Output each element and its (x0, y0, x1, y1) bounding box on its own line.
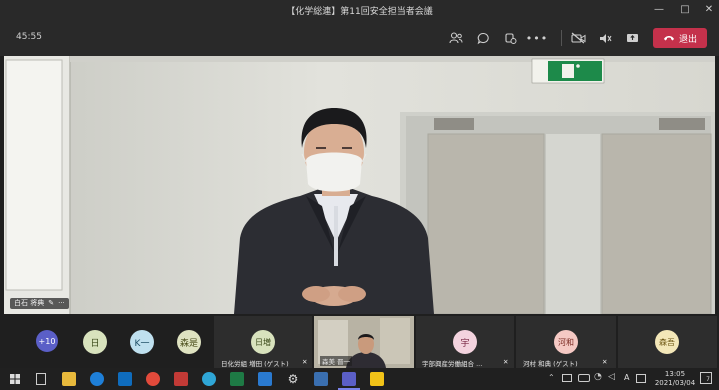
more-icon[interactable]: ··· (58, 298, 65, 309)
app-icon[interactable] (174, 372, 188, 386)
outlook-icon[interactable] (118, 372, 132, 386)
participant-avatar: 森吾 (655, 330, 679, 354)
outlook-mail-icon[interactable] (258, 372, 272, 386)
main-video[interactable]: 白石 将典 ✎ ··· (4, 56, 715, 314)
volume-icon[interactable]: ◁ (608, 372, 615, 382)
participant-name: 河村 和典 (ゲスト) (523, 360, 578, 368)
notification-icon[interactable]: 7 (700, 372, 712, 384)
participant-name: 森美 晋一 (320, 356, 353, 366)
clock-time: 13:05 (664, 370, 686, 378)
participant-avatar[interactable]: 日 (83, 330, 107, 354)
phone-icon (663, 36, 674, 41)
task-view-icon[interactable] (36, 373, 46, 385)
mic-off-icon: ✕ (302, 358, 308, 366)
participant-tile[interactable]: 宇 宇部興産労働組合 ... ✕ (416, 316, 514, 368)
participant-video-tile[interactable]: 森美 晋一 (314, 316, 414, 368)
title-bar: 【化学総連】第11回安全担当者会議 — □ ✕ (0, 0, 719, 20)
video-scene (4, 56, 715, 314)
chevron-up-icon[interactable]: ⌃ (548, 373, 555, 382)
participant-avatar[interactable]: K一 (130, 330, 154, 354)
video-name-label: 白石 将典 (14, 299, 45, 307)
chat-icon[interactable] (474, 29, 492, 47)
camera-off-icon[interactable] (569, 29, 587, 47)
maximize-button[interactable]: □ (676, 2, 694, 18)
file-explorer-icon[interactable] (62, 372, 76, 386)
participants-icon[interactable] (447, 29, 465, 47)
close-window-button[interactable]: ✕ (700, 2, 718, 18)
photos-icon[interactable] (314, 372, 328, 386)
wifi-icon[interactable]: ◔ (594, 372, 602, 382)
settings-icon[interactable]: ⚙ (286, 372, 300, 386)
reactions-icon[interactable] (501, 29, 519, 47)
overflow-participants-button[interactable]: +10 (36, 330, 58, 352)
mic-off-icon: ✕ (503, 358, 509, 366)
meeting-toolbar: 45:55 ••• 退出 (0, 20, 719, 56)
teams-icon[interactable] (342, 372, 356, 386)
taskbar-clock[interactable]: 13:05 2021/03/04 (652, 370, 698, 388)
participant-name: 宇部興産労働組合 ... (422, 360, 483, 368)
minimize-button[interactable]: — (650, 2, 668, 18)
video-name-chip: 白石 将典 ✎ ··· (10, 298, 69, 309)
sticky-notes-icon[interactable] (370, 372, 384, 386)
edge-dev-icon[interactable] (202, 372, 216, 386)
onedrive-icon[interactable] (562, 374, 572, 382)
clock-date: 2021/03/04 (654, 379, 696, 387)
keyboard-icon[interactable] (636, 374, 646, 383)
participant-avatar: 宇 (453, 330, 477, 354)
leave-button[interactable]: 退出 (653, 28, 707, 48)
more-icon[interactable]: ••• (526, 29, 547, 47)
mic-off-icon: ✕ (602, 358, 608, 366)
excel-icon[interactable] (230, 372, 244, 386)
participant-avatar: 河和 (554, 330, 578, 354)
toolbar-divider (561, 30, 562, 46)
windows-taskbar: ⚙ ⌃ ◔ ◁ A 13:05 2021/03/04 7 (0, 368, 719, 390)
window-title: 【化学総連】第11回安全担当者会議 (286, 7, 433, 17)
mic-off-icon[interactable] (596, 29, 614, 47)
participant-avatar: 日増 (251, 330, 275, 354)
participant-tile[interactable]: 河和 河村 和典 (ゲスト) ✕ (516, 316, 616, 368)
participant-avatar[interactable]: 森是 (177, 330, 201, 354)
chrome-icon[interactable] (146, 372, 160, 386)
battery-icon[interactable] (578, 374, 590, 382)
leave-label: 退出 (678, 34, 697, 45)
participant-tile[interactable]: 森吾 (618, 316, 717, 368)
meeting-timer: 45:55 (16, 32, 42, 42)
share-icon[interactable] (623, 29, 641, 47)
pin-icon[interactable]: ✎ (48, 298, 54, 309)
ime-indicator[interactable]: A (624, 373, 629, 382)
edge-icon[interactable] (90, 372, 104, 386)
participant-tile[interactable]: 日増 日化労組 増田 (ゲスト) ✕ (214, 316, 312, 368)
windows-start-icon[interactable] (10, 374, 20, 384)
participant-name: 日化労組 増田 (ゲスト) (221, 360, 289, 368)
